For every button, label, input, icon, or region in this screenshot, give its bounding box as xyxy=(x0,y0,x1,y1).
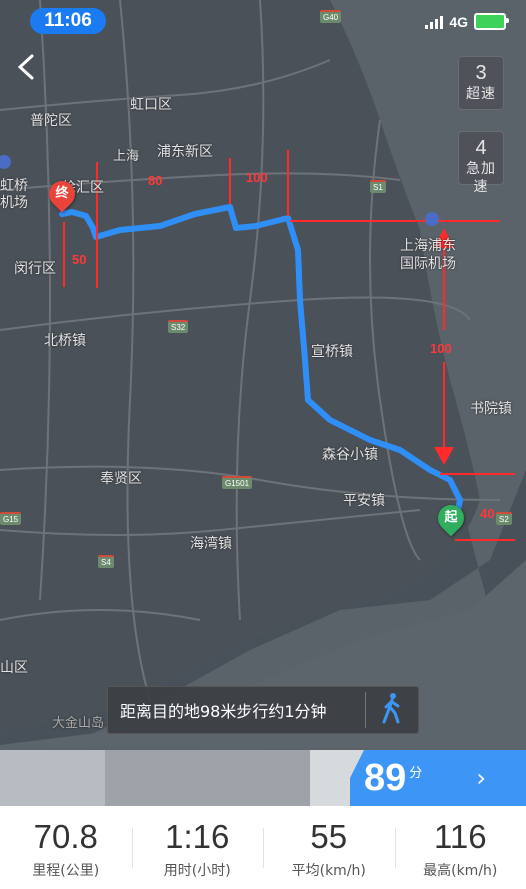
place-shanghai: 上海 xyxy=(113,149,140,164)
place-hongqiao-airport: 虹桥 机场 xyxy=(0,178,28,211)
road-s2: S2 xyxy=(496,512,512,525)
stat-label: 用时(小时) xyxy=(163,863,231,879)
road-g40: G40 xyxy=(320,10,342,23)
chevron-left-icon xyxy=(17,54,34,80)
annotation-40: 40 xyxy=(480,506,495,521)
place-xuanqiao: 宣桥镇 xyxy=(311,344,353,360)
chevron-right-icon: › xyxy=(476,764,486,792)
start-marker-label: 起 xyxy=(444,510,458,525)
signal-icon xyxy=(425,15,444,29)
back-button[interactable] xyxy=(14,52,44,82)
stat-label: 平均(km/h) xyxy=(291,863,366,879)
annotation-50: 50 xyxy=(72,252,87,267)
place-pudong-airport: 上海浦东 国际机场 xyxy=(400,238,456,272)
place-shuyuan: 书院镇 xyxy=(470,401,512,417)
rapid-accel-button[interactable]: 4 急加速 xyxy=(458,131,504,194)
trip-stats: 70.8 里程(公里) 1:16 用时(小时) 55 平均(km/h) 116 … xyxy=(0,806,526,889)
rapid-accel-count: 4 xyxy=(475,137,487,159)
stat-value: 70.8 xyxy=(33,818,98,855)
place-pudong: 浦东新区 xyxy=(157,144,213,160)
speeding-label: 超速 xyxy=(466,85,496,101)
status-time: 11:06 xyxy=(30,8,106,34)
road-s32: S32 xyxy=(168,320,189,333)
battery-icon xyxy=(474,13,509,30)
place-jinshan: 山区 xyxy=(0,660,28,676)
stat-duration: 1:16 用时(小时) xyxy=(131,806,264,889)
map-view[interactable]: 虹口区 普陀区 上海 浦东新区 徐汇区 虹桥 机场 闵行区 北桥镇 宣桥镇 上海… xyxy=(0,0,526,750)
annotation-80: 80 xyxy=(148,173,163,188)
place-minhang: 闵行区 xyxy=(14,261,56,277)
road-s1: S1 xyxy=(370,180,386,193)
stat-average-speed: 55 平均(km/h) xyxy=(263,806,395,889)
stat-label: 里程(公里) xyxy=(32,863,100,879)
score-unit: 分 xyxy=(409,765,423,781)
map-canvas xyxy=(0,0,526,750)
start-marker[interactable]: 起 xyxy=(432,499,470,537)
speeding-button[interactable]: 3 超速 xyxy=(458,56,504,110)
place-haiwan: 海湾镇 xyxy=(190,536,232,552)
stat-value: 1:16 xyxy=(165,818,230,855)
place-beiqiao: 北桥镇 xyxy=(44,333,86,349)
end-marker-label: 终 xyxy=(55,186,69,201)
annotation-100-vertical: 100 xyxy=(430,341,452,356)
road-s4: S4 xyxy=(98,555,114,568)
stat-value: 55 xyxy=(310,818,348,855)
rapid-accel-label: 急加速 xyxy=(466,160,496,194)
road-g15: G15 xyxy=(0,512,22,525)
place-putuo: 普陀区 xyxy=(30,113,72,129)
stat-label: 最高(km/h) xyxy=(423,863,498,879)
score-panel[interactable]: 89 分 › xyxy=(350,750,526,806)
place-pingan: 平安镇 xyxy=(343,493,385,509)
stat-max-speed: 116 最高(km/h) xyxy=(394,806,526,889)
road-g1501: G1501 xyxy=(222,476,253,489)
destination-toast[interactable]: 距离目的地98米步行约1分钟 xyxy=(107,686,419,734)
stat-distance: 70.8 里程(公里) xyxy=(0,806,132,889)
speeding-count: 3 xyxy=(475,62,487,84)
place-sengu: 森谷小镇 xyxy=(322,447,378,463)
walking-person-icon[interactable] xyxy=(366,692,418,728)
annotation-100-top: 100 xyxy=(246,170,268,185)
stat-value: 116 xyxy=(433,818,487,855)
end-marker[interactable]: 终 xyxy=(43,175,81,213)
place-fengxian: 奉贤区 xyxy=(100,471,142,487)
place-hongkou: 虹口区 xyxy=(130,97,172,113)
place-dajinshan: 大金山岛 xyxy=(52,716,105,731)
toast-text: 距离目的地98米步行约1分钟 xyxy=(120,702,327,721)
network-type: 4G xyxy=(449,13,468,30)
status-indicators: 4G xyxy=(425,13,509,30)
score-value: 89 xyxy=(364,756,407,799)
